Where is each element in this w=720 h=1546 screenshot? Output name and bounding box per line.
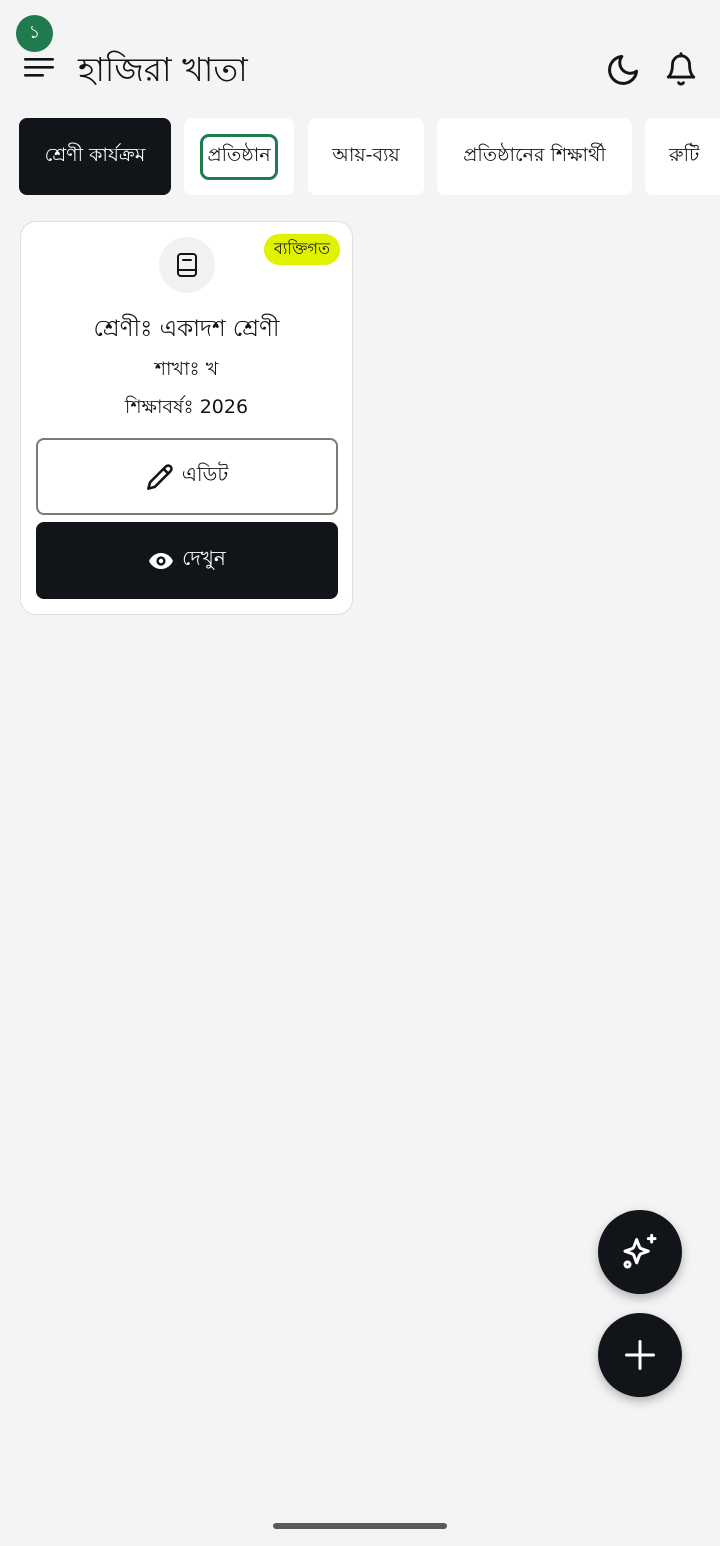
add-class-button[interactable]	[598, 1313, 682, 1397]
class-icon-circle	[159, 237, 215, 293]
moon-icon	[608, 55, 638, 85]
plus-icon	[625, 1340, 655, 1370]
edit-button[interactable]: এডিট	[36, 438, 338, 515]
menu-icon	[24, 58, 54, 77]
notification-count-badge: ১	[16, 15, 53, 52]
home-indicator[interactable]	[273, 1523, 447, 1529]
view-button[interactable]: দেখুন	[36, 522, 338, 599]
tab-label: প্রতিষ্ঠানের শিক্ষার্থী	[463, 143, 606, 166]
tab-label: প্রতিষ্ঠান	[200, 133, 278, 180]
category-tabs: শ্রেণী কার্যক্রম প্রতিষ্ঠান আয়-ব্যয় প্…	[19, 118, 720, 195]
dark-mode-toggle[interactable]	[603, 50, 643, 90]
tab-label: রুটি	[669, 143, 700, 166]
eye-icon	[149, 552, 174, 569]
tab-income-expense[interactable]: আয়-ব্যয়	[308, 118, 424, 195]
class-name: শ্রেণীঃ একাদশ শ্রেণী	[93, 316, 280, 342]
tab-label: আয়-ব্যয়	[332, 143, 400, 166]
bell-icon	[666, 52, 696, 86]
edit-button-label: এডিট	[181, 462, 229, 486]
app-title: হাজিরা খাতা	[78, 50, 248, 89]
menu-button[interactable]	[22, 52, 56, 82]
pencil-icon	[146, 463, 173, 490]
ai-assistant-button[interactable]	[598, 1210, 682, 1294]
class-card: ব্যক্তিগত শ্রেণীঃ একাদশ শ্রেণী শাখাঃ খ শ…	[20, 221, 353, 615]
view-button-label: দেখুন	[182, 546, 226, 570]
tab-institution-students[interactable]: প্রতিষ্ঠানের শিক্ষার্থী	[437, 118, 632, 195]
tab-institution[interactable]: প্রতিষ্ঠান	[184, 118, 294, 195]
notifications-button[interactable]	[661, 50, 701, 90]
academic-year: শিক্ষাবর্ষঃ 2026	[124, 396, 249, 418]
app-screen: ১ হাজিরা খাতা শ্রেণী কার্যক্রম প্রতিষ্ঠা…	[0, 0, 720, 1546]
personal-badge: ব্যক্তিগত	[263, 234, 340, 265]
tab-class-activities[interactable]: শ্রেণী কার্যক্রম	[19, 118, 171, 195]
tab-label: শ্রেণী কার্যক্রম	[44, 143, 146, 166]
book-icon	[177, 253, 197, 277]
sparkle-icon	[623, 1233, 657, 1269]
section-name: শাখাঃ খ	[154, 358, 219, 380]
tab-routine[interactable]: রুটি	[645, 118, 720, 195]
